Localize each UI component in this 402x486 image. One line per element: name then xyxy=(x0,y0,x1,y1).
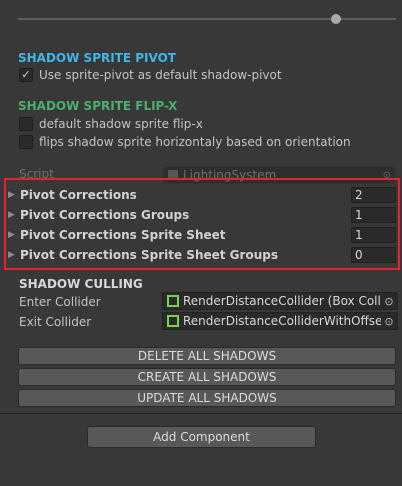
pivot-checkbox[interactable]: ✓ xyxy=(19,68,33,82)
prop-row-pivot-corrections-groups[interactable]: ▶ Pivot Corrections Groups 1 xyxy=(8,205,398,225)
pivot-section-title: SHADOW SPRITE PIVOT xyxy=(18,51,176,65)
box-collider-icon xyxy=(167,295,179,307)
exit-collider-label: Exit Collider xyxy=(19,315,92,329)
update-all-shadows-button[interactable]: UPDATE ALL SHADOWS xyxy=(18,389,396,407)
array-size-field[interactable]: 2 xyxy=(351,187,396,203)
prop-label: Pivot Corrections Sprite Sheet Groups xyxy=(20,248,278,262)
prop-label: Pivot Corrections Groups xyxy=(20,208,190,222)
flip-section-title: SHADOW SPRITE FLIP-X xyxy=(18,99,178,113)
prop-row-pivot-corrections[interactable]: ▶ Pivot Corrections 2 xyxy=(8,185,398,205)
array-size-field[interactable]: 1 xyxy=(351,227,396,243)
checkmark-icon: ✓ xyxy=(21,68,31,81)
enter-collider-value: RenderDistanceCollider (Box Collide xyxy=(183,294,381,308)
slider-thumb[interactable] xyxy=(331,14,341,24)
foldout-arrow-icon[interactable]: ▶ xyxy=(8,230,20,240)
culling-section-title: SHADOW CULLING xyxy=(19,277,143,291)
flip-default-label: default shadow sprite flip-x xyxy=(39,117,203,131)
divider xyxy=(0,413,402,414)
enter-collider-label: Enter Collider xyxy=(19,295,101,309)
prop-label: Pivot Corrections Sprite Sheet xyxy=(20,228,226,242)
array-size-field[interactable]: 1 xyxy=(351,207,396,223)
add-component-button[interactable]: Add Component xyxy=(87,426,316,448)
delete-all-shadows-button[interactable]: DELETE ALL SHADOWS xyxy=(18,347,396,365)
prop-row-pivot-corrections-sprite-sheet[interactable]: ▶ Pivot Corrections Sprite Sheet 1 xyxy=(8,225,398,245)
foldout-arrow-icon[interactable]: ▶ xyxy=(8,190,20,200)
create-all-shadows-button[interactable]: CREATE ALL SHADOWS xyxy=(18,368,396,386)
flip-toggle-row-orientation[interactable]: flips shadow sprite horizontaly based on… xyxy=(19,135,351,149)
flip-default-checkbox[interactable] xyxy=(19,117,33,131)
object-picker-icon[interactable]: ⊙ xyxy=(381,315,397,328)
pivot-toggle-label: Use sprite-pivot as default shadow-pivot xyxy=(39,68,282,82)
foldout-arrow-icon[interactable]: ▶ xyxy=(8,250,20,260)
foldout-arrow-icon[interactable]: ▶ xyxy=(8,210,20,220)
exit-collider-field[interactable]: RenderDistanceColliderWithOffset (E ⊙ xyxy=(162,312,398,330)
box-collider-icon xyxy=(167,315,179,327)
flip-orientation-label: flips shadow sprite horizontaly based on… xyxy=(39,135,351,149)
prop-row-pivot-corrections-sprite-sheet-groups[interactable]: ▶ Pivot Corrections Sprite Sheet Groups … xyxy=(8,245,398,265)
prop-label: Pivot Corrections xyxy=(20,188,137,202)
array-size-field[interactable]: 0 xyxy=(351,247,396,263)
pivot-toggle-row[interactable]: ✓ Use sprite-pivot as default shadow-piv… xyxy=(19,68,282,82)
enter-collider-field[interactable]: RenderDistanceCollider (Box Collide ⊙ xyxy=(162,292,398,310)
flip-toggle-row-default[interactable]: default shadow sprite flip-x xyxy=(19,117,203,131)
exit-collider-value: RenderDistanceColliderWithOffset (E xyxy=(183,314,381,328)
flip-orientation-checkbox[interactable] xyxy=(19,135,33,149)
object-picker-icon[interactable]: ⊙ xyxy=(381,295,397,308)
